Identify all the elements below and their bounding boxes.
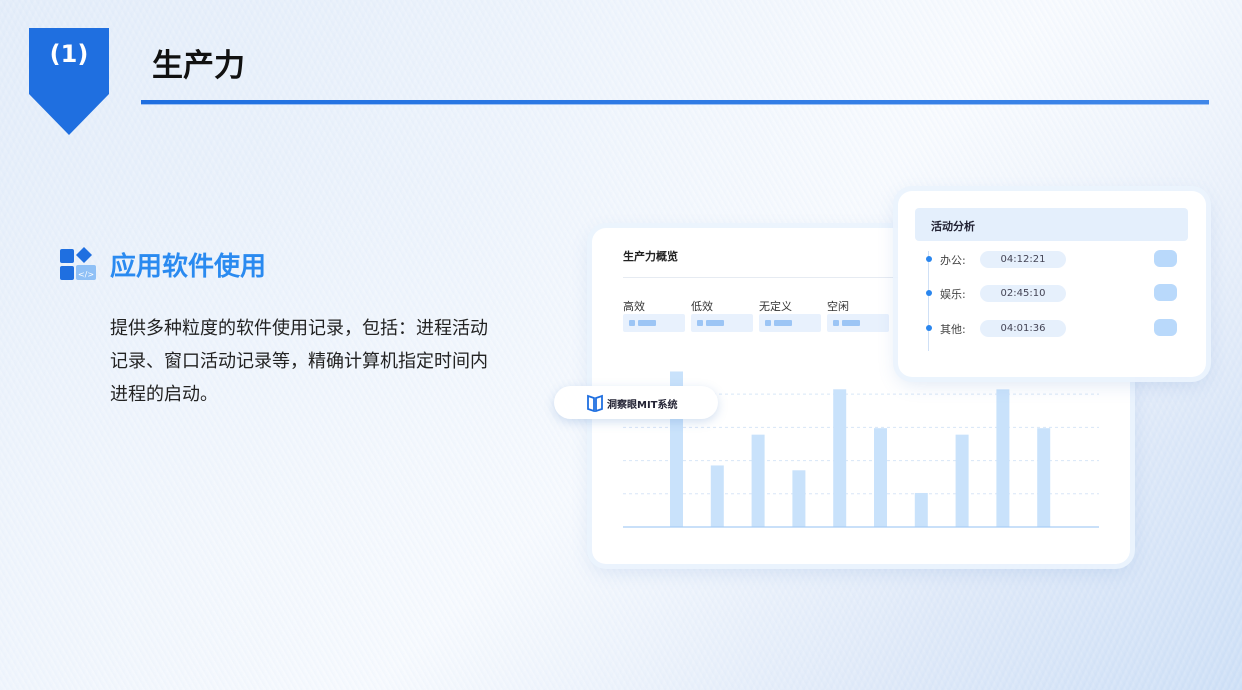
chart-bar (1037, 428, 1051, 527)
timeline-dot (926, 290, 932, 296)
feature-description: 提供多种粒度的软件使用记录，包括：进程活动记录、窗口活动记录等，精确计算机指定时… (110, 318, 488, 405)
brand-name: 洞察眼MIT系统 (607, 400, 678, 411)
activity-label: 娱乐: (940, 288, 966, 301)
activity-toggle[interactable] (1154, 319, 1177, 336)
chart-bar (955, 434, 969, 527)
section-number-badge: (1) (29, 28, 109, 135)
activity-card-header: 活动分析 (915, 208, 1188, 241)
chart-bar (710, 465, 724, 527)
activity-time: 04:01:36 (980, 320, 1066, 337)
chart-bar (914, 492, 928, 527)
chart-bar (792, 470, 806, 527)
activity-row: 娱乐: 02:45:10 (898, 284, 1206, 304)
book-logo-icon (587, 394, 603, 412)
timeline-dot (926, 325, 932, 331)
timeline-dot (926, 256, 932, 262)
svg-text:</>: </> (78, 270, 94, 279)
section-number: (1) (49, 40, 89, 68)
brand-label: 洞察眼MIT系统 (554, 386, 718, 419)
chart-bar (996, 389, 1010, 527)
activity-analysis-card: 活动分析 办公: 04:12:21 娱乐: 02:45:10 其他: 04:01… (898, 191, 1206, 377)
activity-label: 其他: (940, 323, 966, 336)
activity-row: 其他: 04:01:36 (898, 319, 1206, 339)
feature-heading: 应用软件使用 (110, 252, 267, 282)
app-grid-icon: </> (60, 247, 96, 280)
activity-toggle[interactable] (1154, 284, 1177, 301)
activity-time: 02:45:10 (980, 285, 1066, 302)
chart-bar (874, 428, 887, 527)
title-divider (141, 100, 1209, 105)
page-title: 生产力 (152, 48, 245, 84)
activity-card-title: 活动分析 (931, 220, 975, 233)
activity-time: 04:12:21 (980, 251, 1066, 268)
chart-bar (833, 389, 847, 527)
activity-toggle[interactable] (1154, 250, 1177, 267)
chart-bar (751, 434, 765, 527)
activity-label: 办公: (940, 254, 966, 267)
activity-row: 办公: 04:12:21 (898, 250, 1206, 270)
